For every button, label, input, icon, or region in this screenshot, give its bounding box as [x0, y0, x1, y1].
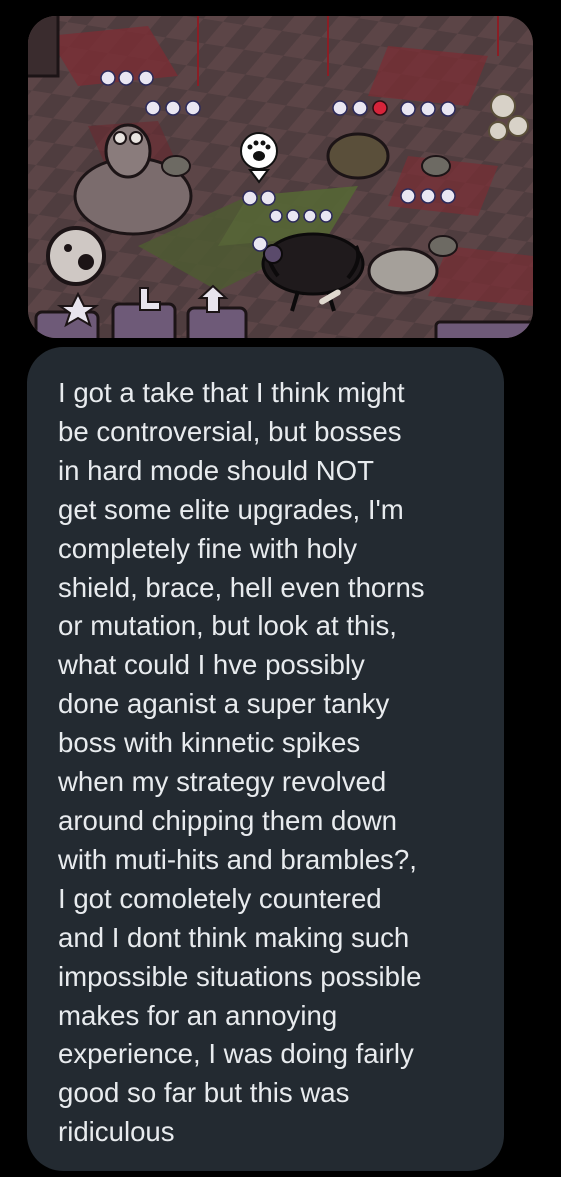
message-line: or mutation, but look at this, [58, 610, 397, 642]
game-board-image [28, 16, 533, 338]
message-line: get some elite upgrades, I'm [58, 493, 404, 525]
attached-game-screenshot[interactable] [28, 16, 533, 338]
message-line: done aganist a super tanky [58, 688, 390, 720]
message-line: makes for an annoying [58, 999, 338, 1031]
message-line: I got comoletely countered [58, 882, 382, 914]
message-line: when my strategy revolved [58, 766, 387, 798]
message-line: I got a take that I think might [58, 377, 405, 408]
message-line: good so far but this was [58, 1077, 350, 1109]
message-line: with muti-hits and brambles?, [58, 843, 417, 875]
message-line: experience, I was doing fairly [58, 1038, 414, 1070]
message-line: ridiculous [58, 1116, 175, 1148]
message-line: shield, brace, hell even thorns [58, 571, 425, 603]
message-line: completely fine with holy [58, 532, 358, 564]
message-line: what could I hve possibly [58, 649, 365, 681]
message-text: I got a take that I think might be contr… [58, 374, 484, 1152]
message-line: in hard mode should NOT [58, 454, 374, 486]
message-line: impossible situations possible [58, 960, 422, 992]
message-line: boss with kinnetic spikes [58, 727, 361, 759]
message-bubble: I got a take that I think might be contr… [27, 347, 504, 1171]
message-line: and I dont think making such [58, 921, 410, 953]
message-line: be controversial, but bosses [58, 415, 402, 447]
message-line: around chipping them down [58, 804, 398, 836]
